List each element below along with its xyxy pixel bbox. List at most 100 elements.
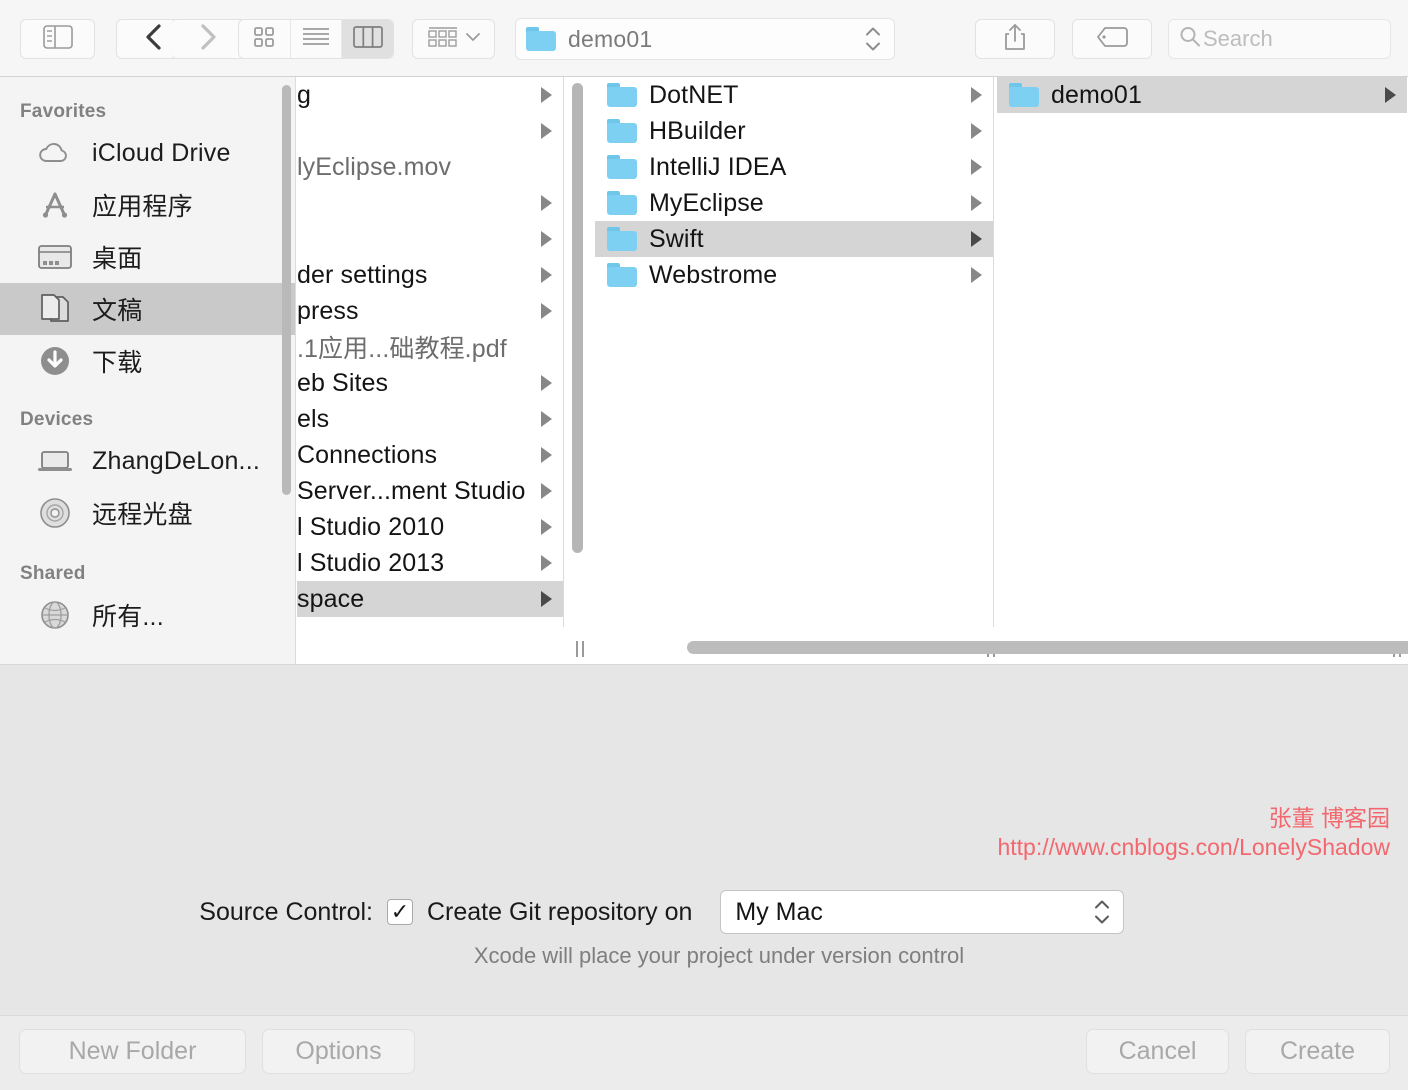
search-field[interactable]: Search — [1168, 19, 1391, 59]
watermark-url: http://www.cnblogs.con/LonelyShadow — [997, 834, 1390, 861]
sidebar-item-remote-disc[interactable]: 远程光盘 — [0, 487, 295, 539]
stepper-up-down-icon[interactable] — [864, 27, 882, 52]
view-mode-icon-button[interactable] — [239, 20, 291, 58]
options-button[interactable]: Options — [262, 1029, 415, 1074]
sidebar: Favorites iCloud Drive 应用程序 桌面 文稿 下载 Dev… — [0, 77, 296, 664]
disclosure-triangle-icon — [541, 303, 552, 319]
disclosure-triangle-icon — [541, 483, 552, 499]
column-1-row[interactable]: lyEclipse.mov — [297, 149, 563, 185]
chevron-down-icon — [465, 30, 481, 48]
share-button[interactable] — [975, 19, 1055, 59]
column-1-row[interactable] — [297, 113, 563, 149]
disclosure-triangle-icon — [541, 267, 552, 283]
sidebar-group-title-favorites: Favorites — [20, 101, 107, 122]
folder-icon — [607, 119, 637, 143]
row-label: Connections — [297, 440, 438, 469]
sidebar-item-downloads[interactable]: 下载 — [0, 335, 295, 387]
stepper-up-down-icon[interactable] — [1093, 900, 1111, 925]
folder-icon — [607, 191, 637, 215]
checkmark-icon: ✓ — [390, 899, 410, 924]
disclosure-triangle-icon — [971, 267, 982, 283]
column-1-row[interactable] — [297, 185, 563, 221]
column-1-row[interactable]: .1应用...础教程.pdf — [297, 329, 563, 365]
save-panel-window: demo01 Search Favorites iCloud Drive 应用程… — [0, 0, 1408, 1090]
column-1-row[interactable]: l Studio 2010 — [297, 509, 563, 545]
grid-view-icon — [252, 25, 276, 54]
disclosure-triangle-icon — [971, 231, 982, 247]
row-label: demo01 — [1051, 80, 1142, 109]
column-1-scrollbar[interactable] — [572, 83, 583, 553]
disclosure-triangle-icon — [541, 591, 552, 607]
column-1-row[interactable]: els — [297, 401, 563, 437]
disclosure-triangle-icon — [541, 195, 552, 211]
column-1-row[interactable]: press — [297, 293, 563, 329]
applications-icon — [36, 189, 74, 221]
create-git-repository-checkbox[interactable]: ✓ — [387, 899, 413, 925]
column-1-row[interactable] — [297, 221, 563, 257]
column-1-row[interactable]: Server...ment Studio — [297, 473, 563, 509]
sidebar-toggle-button[interactable] — [20, 19, 95, 59]
row-label: press — [297, 296, 359, 325]
view-mode-list-button[interactable] — [291, 20, 343, 58]
column-1-row[interactable]: l Studio 2013 — [297, 545, 563, 581]
row-label: der settings — [297, 260, 428, 289]
column-browser: g lyEclipse.mov der settings press .1应用.… — [297, 77, 1408, 664]
folder-icon — [607, 263, 637, 287]
folder-icon — [607, 155, 637, 179]
git-location-select[interactable]: My Mac — [720, 890, 1125, 934]
cancel-button[interactable]: Cancel — [1086, 1029, 1229, 1074]
disclosure-triangle-icon — [541, 231, 552, 247]
column-2-row[interactable]: Swift — [595, 221, 993, 257]
column-2-row[interactable]: HBuilder — [595, 113, 993, 149]
column-1-row[interactable]: Connections — [297, 437, 563, 473]
chevron-right-icon — [199, 23, 217, 56]
sidebar-scrollbar[interactable] — [282, 85, 291, 495]
column-1-resize-grip[interactable] — [569, 634, 591, 664]
view-mode-column-button[interactable] — [342, 20, 394, 58]
sidebar-item-label: ZhangDeLon... — [92, 446, 260, 475]
sidebar-group-title-shared: Shared — [20, 563, 86, 584]
row-label: space — [297, 584, 365, 613]
arrange-button[interactable] — [412, 19, 495, 59]
share-icon — [1003, 23, 1027, 56]
forward-button[interactable] — [171, 19, 246, 59]
sidebar-item-label: 应用程序 — [92, 193, 193, 221]
column-2-row[interactable]: Webstrome — [595, 257, 993, 293]
sidebar-item-documents[interactable]: 文稿 — [0, 283, 295, 335]
sidebar-item-desktop[interactable]: 桌面 — [0, 231, 295, 283]
tag-button[interactable] — [1072, 19, 1152, 59]
accessory-panel: 张董 博客园 http://www.cnblogs.con/LonelyShad… — [0, 664, 1408, 1015]
column-1-row[interactable]: g — [297, 77, 563, 113]
row-label: MyEclipse — [649, 188, 764, 217]
row-label: Server...ment Studio — [297, 476, 526, 505]
disclosure-triangle-icon — [971, 123, 982, 139]
sidebar-item-zhangdelon[interactable]: ZhangDeLon... — [0, 435, 295, 487]
column-1-row[interactable]: space — [297, 581, 563, 617]
sidebar-item-label: 远程光盘 — [92, 501, 193, 529]
row-label: l Studio 2010 — [297, 512, 445, 541]
column-1[interactable]: g lyEclipse.mov der settings press .1应用.… — [297, 77, 564, 627]
column-2-row[interactable]: MyEclipse — [595, 185, 993, 221]
column-2[interactable]: DotNET HBuilder IntelliJ IDEA MyEclipse … — [595, 77, 994, 627]
column-2-row[interactable]: DotNET — [595, 77, 993, 113]
row-label: eb Sites — [297, 368, 389, 397]
horizontal-scrollbar-thumb[interactable] — [687, 641, 1408, 654]
horizontal-scrollbar[interactable] — [595, 639, 1408, 655]
sidebar-item-all-shared[interactable]: 所有... — [0, 589, 295, 641]
documents-icon — [36, 293, 74, 325]
create-button[interactable]: Create — [1245, 1029, 1390, 1074]
new-folder-button[interactable]: New Folder — [19, 1029, 246, 1074]
sidebar-item-label: 文稿 — [92, 297, 143, 325]
column-3[interactable]: demo01 — [997, 77, 1407, 627]
column-3-row[interactable]: demo01 — [997, 77, 1407, 113]
path-popup-button[interactable]: demo01 — [515, 18, 895, 60]
desktop-icon — [36, 241, 74, 273]
sidebar-item-label: 桌面 — [92, 245, 143, 273]
sidebar-item-icloud-drive[interactable]: iCloud Drive — [0, 127, 295, 179]
column-2-row[interactable]: IntelliJ IDEA — [595, 149, 993, 185]
column-1-row[interactable]: eb Sites — [297, 365, 563, 401]
downloads-icon — [36, 345, 74, 377]
column-1-row[interactable]: der settings — [297, 257, 563, 293]
disclosure-triangle-icon — [541, 519, 552, 535]
sidebar-item-applications[interactable]: 应用程序 — [0, 179, 295, 231]
